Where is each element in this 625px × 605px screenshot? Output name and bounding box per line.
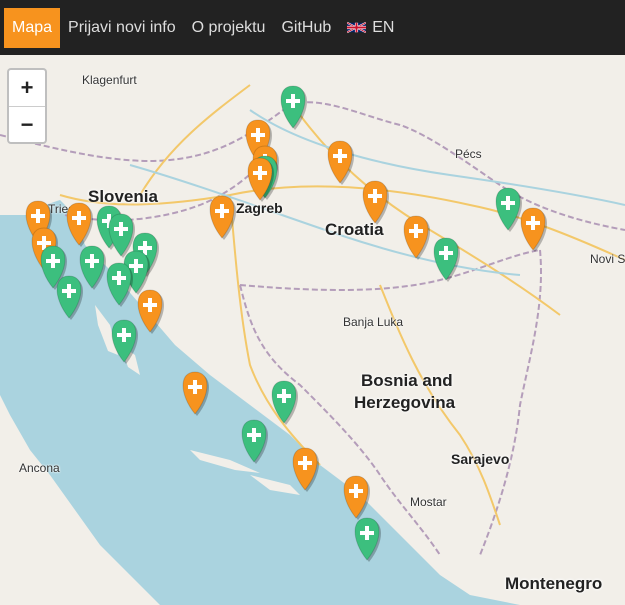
marker-pin-orange[interactable] xyxy=(343,475,370,520)
marker-pin-green[interactable] xyxy=(354,517,381,562)
marker-pin-orange[interactable] xyxy=(327,140,354,185)
marker-pin-green[interactable] xyxy=(106,262,133,307)
uk-flag-icon xyxy=(347,21,367,34)
marker-pin-green[interactable] xyxy=(56,275,83,320)
zoom-control: + − xyxy=(7,68,47,144)
marker-pin-orange[interactable] xyxy=(403,215,430,260)
nav-github[interactable]: GitHub xyxy=(273,8,339,48)
marker-pin-green[interactable] xyxy=(79,245,106,290)
marker-pin-orange[interactable] xyxy=(292,447,319,492)
nav-language-label: EN xyxy=(372,18,395,36)
marker-pin-green[interactable] xyxy=(271,380,298,425)
marker-pin-orange[interactable] xyxy=(520,207,547,252)
zoom-out-button[interactable]: − xyxy=(9,107,45,143)
marker-pin-orange[interactable] xyxy=(182,371,209,416)
marker-pin-green[interactable] xyxy=(111,319,138,364)
nav-mapa[interactable]: Mapa xyxy=(4,7,61,48)
marker-pin-orange[interactable] xyxy=(137,289,164,334)
marker-pin-orange[interactable] xyxy=(362,180,389,225)
zoom-in-button[interactable]: + xyxy=(9,70,45,107)
marker-pin-orange[interactable] xyxy=(209,195,236,240)
nav-language[interactable]: EN xyxy=(339,8,402,48)
marker-pin-green[interactable] xyxy=(495,187,522,232)
nav-o-projektu[interactable]: O projektu xyxy=(184,8,274,48)
marker-pin-green[interactable] xyxy=(433,237,460,282)
navbar: Mapa Prijavi novi info O projektu GitHub… xyxy=(0,0,625,55)
nav-prijavi[interactable]: Prijavi novi info xyxy=(60,8,184,48)
marker-pin-green[interactable] xyxy=(241,419,268,464)
marker-pin-orange[interactable] xyxy=(66,202,93,247)
map[interactable]: Klagenfurt Pécs Trieste Zagreb Banja Luk… xyxy=(0,55,625,605)
marker-pin-green[interactable] xyxy=(280,85,307,130)
